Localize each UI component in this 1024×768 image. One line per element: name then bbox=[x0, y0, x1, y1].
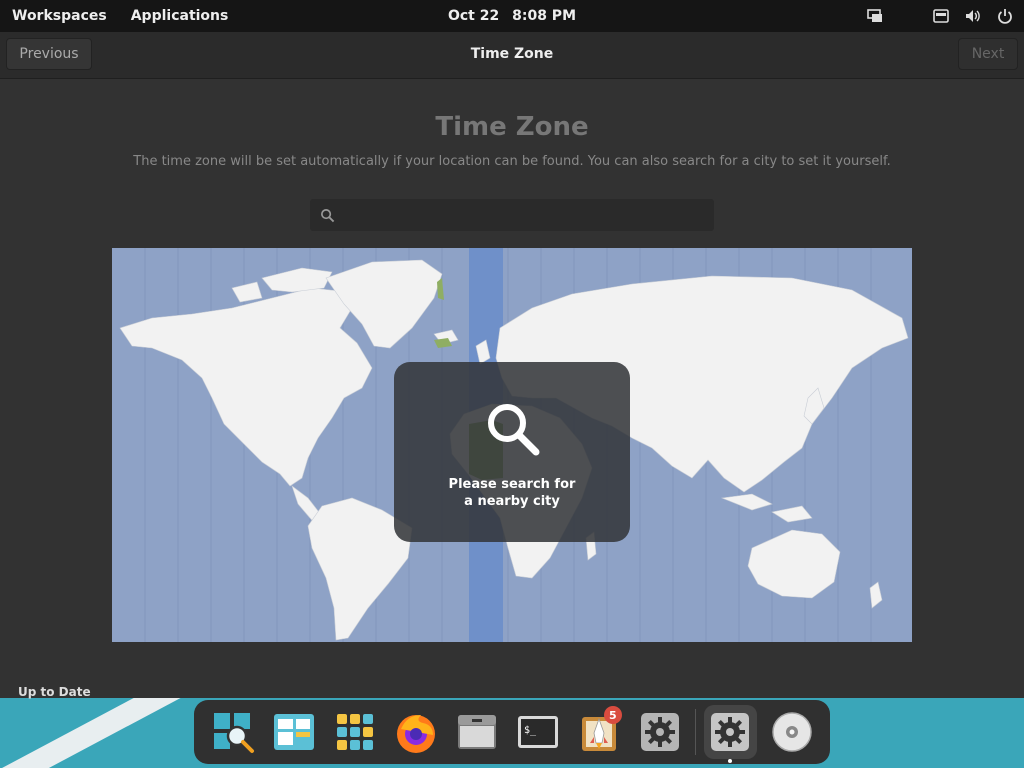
display-icon[interactable] bbox=[866, 7, 884, 25]
next-button[interactable]: Next bbox=[958, 38, 1018, 70]
search-icon bbox=[488, 404, 540, 456]
magnifier-icon bbox=[213, 713, 254, 753]
dock-disc[interactable] bbox=[765, 705, 818, 759]
dock-installer-settings[interactable] bbox=[703, 705, 757, 763]
dock-magnifier[interactable] bbox=[206, 705, 259, 759]
terminal-icon: $_ bbox=[518, 716, 559, 748]
update-status: Up to Date bbox=[18, 685, 91, 699]
disc-icon bbox=[771, 712, 812, 752]
search-input[interactable] bbox=[341, 206, 705, 224]
header-title: Time Zone bbox=[470, 46, 554, 62]
city-search-field[interactable] bbox=[310, 199, 714, 231]
clock-date: Oct 22 bbox=[447, 8, 500, 24]
firefox-icon bbox=[396, 715, 435, 753]
dock-terminal[interactable]: $_ bbox=[512, 705, 565, 759]
search-icon bbox=[321, 208, 335, 222]
dock-files[interactable] bbox=[450, 705, 503, 759]
page-title: Time Zone bbox=[435, 112, 589, 142]
dock-firefox[interactable] bbox=[389, 705, 442, 759]
page-description: The time zone will be set automatically … bbox=[133, 154, 891, 169]
workspaces-button[interactable]: Workspaces bbox=[0, 8, 119, 24]
dock-settings[interactable] bbox=[634, 705, 687, 759]
files-icon bbox=[457, 715, 496, 749]
svg-text:$_: $_ bbox=[524, 725, 537, 736]
update-count-badge: 5 bbox=[603, 706, 622, 724]
running-indicator bbox=[728, 759, 733, 763]
search-hint-text: Please search for a nearby city bbox=[448, 477, 576, 509]
top-panel: Workspaces Applications Oct 22 8:08 PM bbox=[0, 0, 1024, 32]
previous-button[interactable]: Previous bbox=[6, 38, 92, 70]
search-hint-overlay: Please search for a nearby city bbox=[394, 362, 630, 542]
clock-time: 8:08 PM bbox=[512, 8, 576, 24]
dock-multitasking[interactable] bbox=[267, 705, 320, 759]
applications-button[interactable]: Applications bbox=[119, 8, 241, 24]
settings-icon bbox=[711, 713, 750, 751]
dock-appcenter[interactable]: 5 bbox=[573, 705, 626, 759]
header-bar: Previous Time Zone Next bbox=[0, 32, 1024, 79]
app-grid-icon bbox=[336, 714, 373, 750]
dock-separator bbox=[694, 709, 696, 755]
dock-applications[interactable] bbox=[328, 705, 381, 759]
dock: $_ 5 bbox=[194, 700, 830, 764]
volume-icon[interactable] bbox=[964, 7, 982, 25]
window-view-icon bbox=[273, 714, 314, 750]
keyboard-icon[interactable] bbox=[932, 7, 950, 25]
settings-icon bbox=[641, 713, 680, 751]
power-icon[interactable] bbox=[996, 7, 1014, 25]
